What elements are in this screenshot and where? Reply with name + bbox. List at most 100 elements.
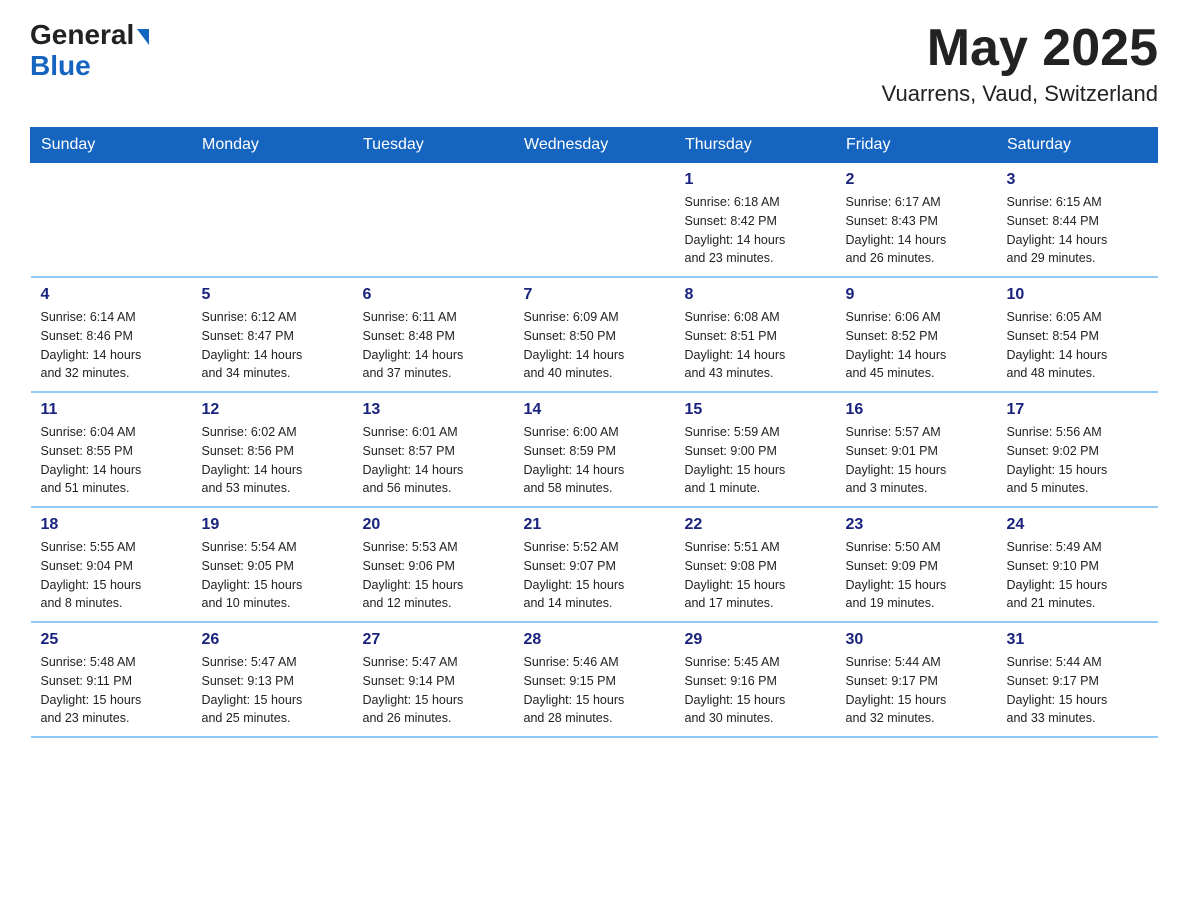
day-number: 3 <box>1007 171 1148 189</box>
calendar-cell: 14Sunrise: 6:00 AM Sunset: 8:59 PM Dayli… <box>514 392 675 507</box>
calendar-cell: 18 Sunrise: 5:55 AM Sunset: 9:04 PM Dayli… <box>31 507 192 622</box>
day-info: Sunrise: 6:01 AM Sunset: 8:57 PM Dayligh… <box>363 423 504 498</box>
calendar-cell: 8Sunrise: 6:08 AM Sunset: 8:51 PM Daylig… <box>675 277 836 392</box>
day-info: Sunrise: 6:05 AM Sunset: 8:54 PM Dayligh… <box>1007 308 1148 383</box>
calendar-cell: 6 Sunrise: 6:11 AM Sunset: 8:48 PM Daylig… <box>353 277 514 392</box>
calendar-cell <box>514 163 675 278</box>
day-number: 15 <box>685 401 826 419</box>
calendar-cell: 3 Sunrise: 6:15 AM Sunset: 8:44 PM Daylig… <box>997 163 1158 278</box>
day-info: Sunrise: 5:55 AM Sunset: 9:04 PM Dayligh… <box>41 538 182 613</box>
day-number: 19 <box>202 516 343 534</box>
day-number: 22 <box>685 516 826 534</box>
day-info: Sunrise: 5:54 AM Sunset: 9:05 PM Dayligh… <box>202 538 343 613</box>
day-info: Sunrise: 5:47 AM Sunset: 9:13 PM Dayligh… <box>202 653 343 728</box>
day-number: 9 <box>846 286 987 304</box>
day-info: Sunrise: 6:02 AM Sunset: 8:56 PM Dayligh… <box>202 423 343 498</box>
location: Vuarrens, Vaud, Switzerland <box>882 81 1158 107</box>
day-number: 14 <box>524 401 665 419</box>
day-info: Sunrise: 5:44 AM Sunset: 9:17 PM Dayligh… <box>846 653 987 728</box>
day-info: Sunrise: 6:04 AM Sunset: 8:55 PM Dayligh… <box>41 423 182 498</box>
calendar-cell: 11 Sunrise: 6:04 AM Sunset: 8:55 PM Dayli… <box>31 392 192 507</box>
day-number: 30 <box>846 631 987 649</box>
day-info: Sunrise: 5:46 AM Sunset: 9:15 PM Dayligh… <box>524 653 665 728</box>
logo: General Blue <box>30 20 149 82</box>
calendar-cell: 16Sunrise: 5:57 AM Sunset: 9:01 PM Dayli… <box>836 392 997 507</box>
calendar-cell: 31Sunrise: 5:44 AM Sunset: 9:17 PM Dayli… <box>997 622 1158 737</box>
day-number: 29 <box>685 631 826 649</box>
calendar-week-row: 4Sunrise: 6:14 AM Sunset: 8:46 PM Daylig… <box>31 277 1158 392</box>
day-number: 23 <box>846 516 987 534</box>
calendar-cell: 23 Sunrise: 5:50 AM Sunset: 9:09 PM Dayli… <box>836 507 997 622</box>
weekday-header-friday: Friday <box>836 128 997 163</box>
calendar-cell: 1 Sunrise: 6:18 AM Sunset: 8:42 PM Daylig… <box>675 163 836 278</box>
day-info: Sunrise: 5:59 AM Sunset: 9:00 PM Dayligh… <box>685 423 826 498</box>
day-info: Sunrise: 6:09 AM Sunset: 8:50 PM Dayligh… <box>524 308 665 383</box>
day-info: Sunrise: 5:44 AM Sunset: 9:17 PM Dayligh… <box>1007 653 1148 728</box>
calendar-cell: 19 Sunrise: 5:54 AM Sunset: 9:05 PM Dayli… <box>192 507 353 622</box>
day-number: 11 <box>41 401 182 419</box>
day-info: Sunrise: 5:51 AM Sunset: 9:08 PM Dayligh… <box>685 538 826 613</box>
day-info: Sunrise: 5:56 AM Sunset: 9:02 PM Dayligh… <box>1007 423 1148 498</box>
calendar-header: SundayMondayTuesdayWednesdayThursdayFrid… <box>31 128 1158 163</box>
calendar-cell: 25 Sunrise: 5:48 AM Sunset: 9:11 PM Dayli… <box>31 622 192 737</box>
day-number: 28 <box>524 631 665 649</box>
calendar-cell: 2Sunrise: 6:17 AM Sunset: 8:43 PM Daylig… <box>836 163 997 278</box>
calendar-cell: 20 Sunrise: 5:53 AM Sunset: 9:06 PM Dayli… <box>353 507 514 622</box>
day-number: 6 <box>363 286 504 304</box>
calendar-table: SundayMondayTuesdayWednesdayThursdayFrid… <box>30 127 1158 738</box>
weekday-header-tuesday: Tuesday <box>353 128 514 163</box>
day-info: Sunrise: 5:48 AM Sunset: 9:11 PM Dayligh… <box>41 653 182 728</box>
day-number: 4 <box>41 286 182 304</box>
day-info: Sunrise: 6:18 AM Sunset: 8:42 PM Dayligh… <box>685 193 826 268</box>
day-info: Sunrise: 5:53 AM Sunset: 9:06 PM Dayligh… <box>363 538 504 613</box>
weekday-header-sunday: Sunday <box>31 128 192 163</box>
calendar-cell: 28 Sunrise: 5:46 AM Sunset: 9:15 PM Dayli… <box>514 622 675 737</box>
day-info: Sunrise: 6:06 AM Sunset: 8:52 PM Dayligh… <box>846 308 987 383</box>
day-info: Sunrise: 5:45 AM Sunset: 9:16 PM Dayligh… <box>685 653 826 728</box>
calendar-cell: 21Sunrise: 5:52 AM Sunset: 9:07 PM Dayli… <box>514 507 675 622</box>
calendar-week-row: 11 Sunrise: 6:04 AM Sunset: 8:55 PM Dayli… <box>31 392 1158 507</box>
calendar-cell: 26 Sunrise: 5:47 AM Sunset: 9:13 PM Dayli… <box>192 622 353 737</box>
day-number: 13 <box>363 401 504 419</box>
calendar-cell <box>353 163 514 278</box>
day-info: Sunrise: 6:17 AM Sunset: 8:43 PM Dayligh… <box>846 193 987 268</box>
calendar-cell: 12 Sunrise: 6:02 AM Sunset: 8:56 PM Dayli… <box>192 392 353 507</box>
day-number: 27 <box>363 631 504 649</box>
calendar-cell: 15 Sunrise: 5:59 AM Sunset: 9:00 PM Dayli… <box>675 392 836 507</box>
day-number: 7 <box>524 286 665 304</box>
day-number: 25 <box>41 631 182 649</box>
day-info: Sunrise: 5:50 AM Sunset: 9:09 PM Dayligh… <box>846 538 987 613</box>
logo-blue: Blue <box>30 50 91 81</box>
calendar-cell: 13 Sunrise: 6:01 AM Sunset: 8:57 PM Dayli… <box>353 392 514 507</box>
day-number: 26 <box>202 631 343 649</box>
day-number: 10 <box>1007 286 1148 304</box>
weekday-header-saturday: Saturday <box>997 128 1158 163</box>
day-info: Sunrise: 6:11 AM Sunset: 8:48 PM Dayligh… <box>363 308 504 383</box>
calendar-cell: 30 Sunrise: 5:44 AM Sunset: 9:17 PM Dayli… <box>836 622 997 737</box>
day-number: 1 <box>685 171 826 189</box>
calendar-cell: 7 Sunrise: 6:09 AM Sunset: 8:50 PM Daylig… <box>514 277 675 392</box>
day-info: Sunrise: 5:47 AM Sunset: 9:14 PM Dayligh… <box>363 653 504 728</box>
calendar-cell <box>31 163 192 278</box>
day-number: 18 <box>41 516 182 534</box>
logo-general: General <box>30 20 149 51</box>
calendar-cell: 22 Sunrise: 5:51 AM Sunset: 9:08 PM Dayli… <box>675 507 836 622</box>
day-number: 20 <box>363 516 504 534</box>
day-info: Sunrise: 5:57 AM Sunset: 9:01 PM Dayligh… <box>846 423 987 498</box>
calendar-cell: 9 Sunrise: 6:06 AM Sunset: 8:52 PM Daylig… <box>836 277 997 392</box>
month-title: May 2025 <box>882 20 1158 77</box>
day-info: Sunrise: 6:08 AM Sunset: 8:51 PM Dayligh… <box>685 308 826 383</box>
day-info: Sunrise: 6:15 AM Sunset: 8:44 PM Dayligh… <box>1007 193 1148 268</box>
calendar-week-row: 18 Sunrise: 5:55 AM Sunset: 9:04 PM Dayli… <box>31 507 1158 622</box>
calendar-body: 1 Sunrise: 6:18 AM Sunset: 8:42 PM Daylig… <box>31 163 1158 738</box>
calendar-cell: 29 Sunrise: 5:45 AM Sunset: 9:16 PM Dayli… <box>675 622 836 737</box>
calendar-cell: 27 Sunrise: 5:47 AM Sunset: 9:14 PM Dayli… <box>353 622 514 737</box>
weekday-header-monday: Monday <box>192 128 353 163</box>
day-info: Sunrise: 5:52 AM Sunset: 9:07 PM Dayligh… <box>524 538 665 613</box>
day-info: Sunrise: 5:49 AM Sunset: 9:10 PM Dayligh… <box>1007 538 1148 613</box>
day-number: 12 <box>202 401 343 419</box>
title-block: May 2025 Vuarrens, Vaud, Switzerland <box>882 20 1158 107</box>
day-number: 5 <box>202 286 343 304</box>
page-header: General Blue May 2025 Vuarrens, Vaud, Sw… <box>30 20 1158 107</box>
day-number: 17 <box>1007 401 1148 419</box>
